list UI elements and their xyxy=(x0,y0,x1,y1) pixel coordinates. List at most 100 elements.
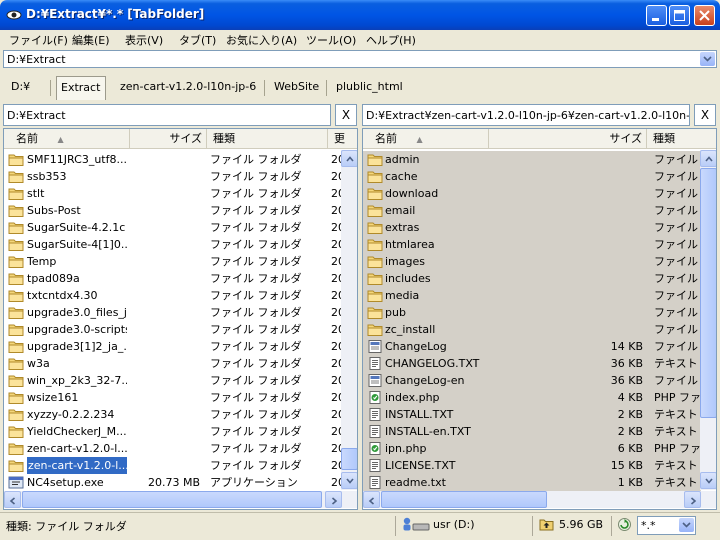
filter-select[interactable]: *.* xyxy=(637,516,696,535)
file-size: 20.73 MB xyxy=(147,476,200,489)
table-row[interactable]: LICENSE.TXT 15 KB テキスト ド xyxy=(363,457,702,474)
column-label: サイズ xyxy=(169,132,202,145)
table-row[interactable]: INSTALL-en.TXT 2 KB テキスト ド xyxy=(363,423,702,440)
table-row[interactable]: pub ファイル フォ xyxy=(363,304,702,321)
scroll-thumb[interactable] xyxy=(341,448,357,470)
menu-file[interactable]: ファイル(F) xyxy=(9,32,68,48)
menu-help[interactable]: ヘルプ(H) xyxy=(366,32,416,48)
file-size xyxy=(130,372,200,389)
table-row[interactable]: INSTALL.TXT 2 KB テキスト ド xyxy=(363,406,702,423)
tab-d-root[interactable]: D:¥ xyxy=(7,76,34,100)
minimize-button[interactable] xyxy=(646,5,667,26)
table-row[interactable]: email ファイル フォ xyxy=(363,202,702,219)
table-row[interactable]: txtcntdx4.30ファイル フォルダ20 xyxy=(4,287,343,304)
left-path-text[interactable]: D:¥Extract xyxy=(7,109,66,122)
table-row[interactable]: win_xp_2k3_32-7...ファイル フォルダ20 xyxy=(4,372,343,389)
table-row[interactable]: ChangeLog 14 KB ファイル xyxy=(363,338,701,355)
table-row[interactable]: SugarSuite-4.2.1cファイル フォルダ20 xyxy=(4,219,343,236)
filter-dropdown-button[interactable] xyxy=(679,518,694,532)
scroll-up-button[interactable] xyxy=(341,150,357,167)
left-file-list[interactable]: 名前 ▲ サイズ 種類 更 SMF11JRC3_utf8... ファイル フォルダ… xyxy=(3,128,358,510)
scroll-right-button[interactable] xyxy=(325,491,342,508)
close-button[interactable] xyxy=(694,5,715,26)
table-row[interactable]: images ファイル フォ xyxy=(363,253,702,270)
table-row[interactable]: zen-cart-v1.2.0-l...ファイル フォルダ20 xyxy=(4,440,343,457)
table-row[interactable]: SMF11JRC3_utf8...ファイル フォルダ20 xyxy=(4,151,343,168)
table-row[interactable]: tpad089aファイル フォルダ20 xyxy=(4,270,343,287)
table-row[interactable]: ipn.php 6 KB PHP ファ xyxy=(363,440,701,457)
right-path-text[interactable]: D:¥Extract¥zen-cart-v1.2.0-l10n-jp-6¥zen… xyxy=(366,109,689,122)
right-vertical-scrollbar[interactable] xyxy=(700,150,716,490)
column-name-header[interactable]: 名前 ▲ xyxy=(4,129,130,149)
table-row[interactable]: YieldCheckerJ_M...ファイル フォルダ20 xyxy=(4,423,343,440)
horizontal-scroll-thumb[interactable] xyxy=(381,491,547,508)
menu-edit[interactable]: 編集(E) xyxy=(72,32,110,48)
menu-view[interactable]: 表示(V) xyxy=(125,32,163,48)
column-name-header[interactable]: 名前 ▲ xyxy=(363,129,489,149)
table-row[interactable]: NC4setup.exe20.73 MBアプリケーション20 xyxy=(4,474,343,491)
address-bar[interactable]: D:¥Extract xyxy=(3,50,717,68)
right-path-field[interactable]: D:¥Extract¥zen-cart-v1.2.0-l10n-jp-6¥zen… xyxy=(362,104,690,126)
table-row[interactable]: htmlarea ファイル フォ xyxy=(363,236,702,253)
address-dropdown-button[interactable] xyxy=(700,52,715,66)
column-date-header[interactable]: 更 xyxy=(328,129,357,149)
table-row[interactable]: upgrade3[1]2_ja_...ファイル フォルダ20 xyxy=(4,338,343,355)
refresh-icon[interactable] xyxy=(617,517,632,532)
table-row[interactable]: cache ファイル フォ xyxy=(363,168,702,185)
table-row[interactable]: w3aファイル フォルダ20 xyxy=(4,355,343,372)
table-row[interactable]: xyzzy-0.2.2.234ファイル フォルダ20 xyxy=(4,406,343,423)
table-row[interactable]: CHANGELOG.TXT 36 KB テキスト ド xyxy=(363,355,702,372)
column-size-header[interactable]: サイズ xyxy=(489,129,647,149)
title-bar[interactable]: D:¥Extract¥*.* [TabFolder] xyxy=(0,0,720,30)
table-row[interactable]: zen-cart-v1.2.0-l...ファイル フォルダ20 xyxy=(4,457,343,474)
scroll-right-button[interactable] xyxy=(684,491,701,508)
table-row[interactable]: index.php 4 KB PHP ファ xyxy=(363,389,701,406)
table-row[interactable]: Tempファイル フォルダ20 xyxy=(4,253,343,270)
menu-tools[interactable]: ツール(O) xyxy=(306,32,356,48)
table-row[interactable]: ssb353ファイル フォルダ20 xyxy=(4,168,343,185)
table-row[interactable]: extras ファイル フォ xyxy=(363,219,702,236)
tab-website[interactable]: WebSite xyxy=(270,76,323,100)
left-close-button[interactable]: X xyxy=(335,104,357,126)
folder-icon xyxy=(367,222,383,234)
scroll-left-button[interactable] xyxy=(4,491,21,508)
column-size-header[interactable]: サイズ xyxy=(130,129,207,149)
table-row[interactable]: stltファイル フォルダ20 xyxy=(4,185,343,202)
up-folder-icon[interactable] xyxy=(539,517,554,531)
menu-tab[interactable]: タブ(T) xyxy=(179,32,216,48)
horizontal-scroll-thumb[interactable] xyxy=(22,491,322,508)
address-text[interactable]: D:¥Extract xyxy=(7,53,66,66)
left-vertical-scrollbar[interactable] xyxy=(341,150,357,490)
table-row[interactable]: includes ファイル フォ xyxy=(363,270,702,287)
table-row[interactable]: admin ファイル フォ xyxy=(363,151,702,168)
left-path-field[interactable]: D:¥Extract xyxy=(3,104,331,126)
tab-extract[interactable]: Extract xyxy=(56,76,106,100)
tab-public-html[interactable]: plublic_html xyxy=(332,76,407,100)
right-close-button[interactable]: X xyxy=(694,104,716,126)
scroll-down-button[interactable] xyxy=(341,472,357,489)
scroll-up-button[interactable] xyxy=(700,150,716,167)
table-row[interactable]: upgrade3.0-scriptsファイル フォルダ20 xyxy=(4,321,343,338)
table-row[interactable]: upgrade3.0_files_j...ファイル フォルダ20 xyxy=(4,304,343,321)
table-row[interactable]: wsize161ファイル フォルダ20 xyxy=(4,389,343,406)
file-name: email xyxy=(385,204,416,217)
scroll-down-button[interactable] xyxy=(700,472,716,489)
table-row[interactable]: media ファイル フォ xyxy=(363,287,702,304)
table-row[interactable]: download ファイル フォ xyxy=(363,185,702,202)
right-horizontal-scrollbar[interactable] xyxy=(363,491,716,508)
table-row[interactable]: zc_install ファイル フォ xyxy=(363,321,702,338)
scroll-thumb[interactable] xyxy=(700,168,716,418)
table-row[interactable]: SugarSuite-4[1]0...ファイル フォルダ20 xyxy=(4,236,343,253)
left-horizontal-scrollbar[interactable] xyxy=(4,491,357,508)
maximize-button[interactable] xyxy=(669,5,690,26)
table-row[interactable]: Subs-Postファイル フォルダ20 xyxy=(4,202,343,219)
file-name: Subs-Post xyxy=(27,204,81,217)
table-row[interactable]: ChangeLog-en 36 KB ファイル xyxy=(363,372,701,389)
scroll-left-button[interactable] xyxy=(363,491,380,508)
right-file-list[interactable]: 名前 ▲ サイズ 種類 adminファイル フォcacheファイル フォdown… xyxy=(362,128,717,510)
menu-favorites[interactable]: お気に入り(A) xyxy=(226,32,297,48)
table-row[interactable]: readme.txt 1 KB テキスト ド xyxy=(363,474,702,491)
column-type-header[interactable]: 種類 xyxy=(647,129,716,149)
column-type-header[interactable]: 種類 xyxy=(207,129,328,149)
tab-zen-cart[interactable]: zen-cart-v1.2.0-l10n-jp-6 xyxy=(116,76,260,100)
